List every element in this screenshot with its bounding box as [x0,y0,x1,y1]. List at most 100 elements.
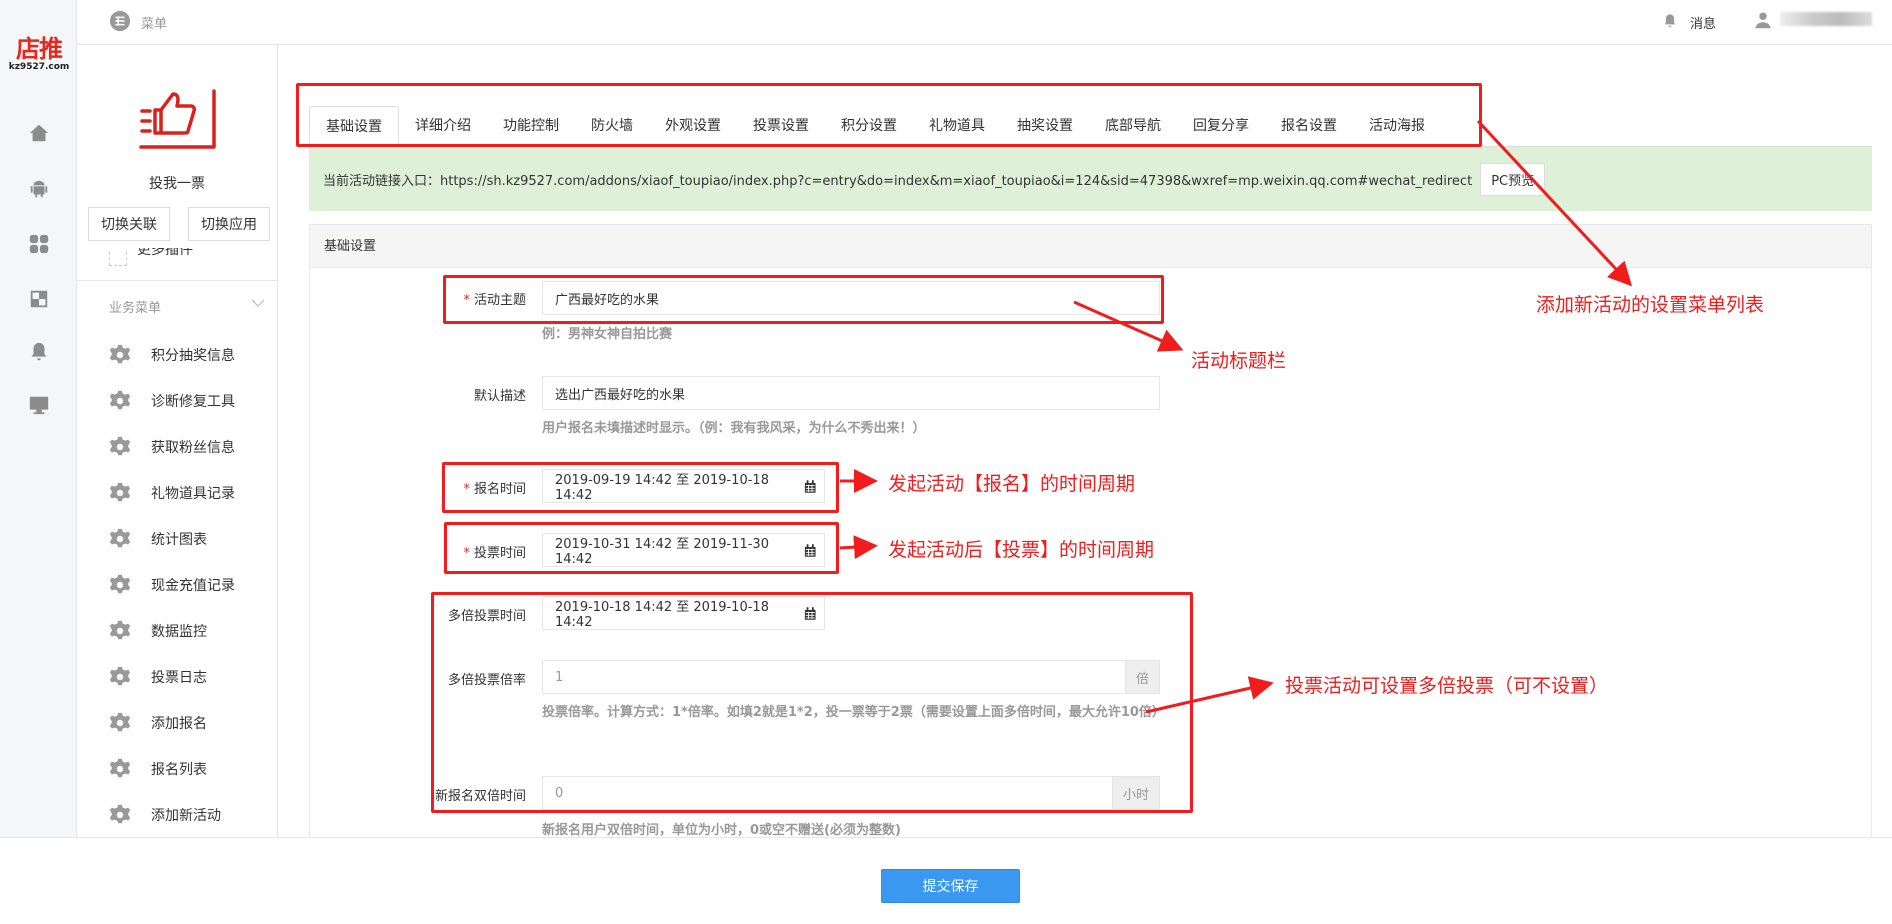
gear-icon [109,344,131,364]
sidebar-item-label: 数据监控 [151,624,207,640]
pc-preview-button[interactable]: PC预览 [1480,162,1546,196]
multi-time-picker[interactable]: 2019-10-18 14:42 至 2019-10-18 14:42 [542,596,825,630]
sidebar-item[interactable]: 添加报名 [77,700,277,746]
activity-link-bar: 当前活动链接入口：https://sh.kz9527.com/addons/xi… [309,147,1872,211]
sidebar-item-label: 积分抽奖信息 [151,348,235,364]
sidebar-item-label: 投票日志 [151,670,207,686]
sidebar-item-label: 报名列表 [151,762,207,778]
desc-hint: 用户报名未填描述时显示。（例：我有我风采，为什么不秀出来！） [542,421,926,436]
calendar-icon [804,543,816,557]
settings-tabs: 基础设置 详细介绍 功能控制 防火墙 外观设置 投票设置 积分设置 礼物道具 抽奖设置 底部导航回… [309,106,1872,147]
calendar-icon [804,479,816,493]
desc-label: 默认描述 [473,389,526,404]
sidebar-item[interactable]: 数据监控 [77,608,277,654]
apps-icon[interactable] [28,233,50,255]
sidebar-item[interactable]: 获取粉丝信息 [77,424,277,470]
gear-icon [109,804,131,824]
new-double-unit: 小时 [1111,777,1159,809]
switch-link-button[interactable]: 切换关联 [88,207,170,241]
multi-time-label: 多倍投票时间 [447,609,526,624]
bottom-bar: 提交保存 [0,837,1892,924]
icon-rail: 店推 kz9527.com [0,0,77,924]
annotation-signup: 发起活动【报名】的时间周期 [888,473,1136,495]
more-plugins-icon[interactable] [109,252,127,266]
annotation-vote: 发起活动后【投票】的时间周期 [888,539,1155,561]
subject-input[interactable]: 广西最好吃的水果 [542,281,1160,315]
sidebar-item[interactable]: 礼物道具记录 [77,470,277,516]
chevron-down-icon[interactable] [251,298,265,308]
sidebar-item-label: 统计图表 [151,532,207,548]
sidebar-item[interactable]: 投票日志 [77,654,277,700]
android-icon[interactable] [28,178,50,200]
sidebar-item-label: 诊断修复工具 [151,394,235,410]
desc-input[interactable]: 选出广西最好吃的水果 [542,376,1160,410]
submit-save-button[interactable]: 提交保存 [881,869,1020,903]
user-icon[interactable] [1754,11,1772,29]
tab-12[interactable]: 报名设置 [1265,106,1353,147]
sidebar-item-label: 获取粉丝信息 [151,440,235,456]
gear-icon [109,712,131,732]
vote-time-label: * 投票时间 [463,546,526,561]
tab-6[interactable]: 投票设置 [737,106,825,147]
sidebar-item[interactable]: 添加新活动 [77,792,277,837]
gear-icon [109,390,131,410]
gear-icon [109,482,131,502]
sidebar-item-label: 添加新活动 [151,808,221,824]
thumbs-up-icon [139,89,216,149]
multi-rate-hint: 投票倍率。计算方式：1*倍率。如填2就是1*2，投一票等于2票（需要设置上面多倍… [542,705,1165,720]
tab-13[interactable]: 活动海报 [1353,106,1441,147]
subject-label: * 活动主题 [463,293,526,308]
tab-3[interactable]: 功能控制 [487,106,575,147]
top-bar: 菜单 消息 [77,0,1892,45]
monitor-icon[interactable] [28,394,50,416]
divider [77,280,277,281]
sidebar-item[interactable]: 积分抽奖信息 [77,332,277,378]
home-icon[interactable] [28,122,50,144]
sidebar-item[interactable]: 报名列表 [77,746,277,792]
multi-rate-unit: 倍 [1124,661,1159,693]
annotation-tabs: 添加新活动的设置菜单列表 [1536,294,1765,316]
logo[interactable]: 店推 kz9527.com [8,36,70,72]
new-double-label: 新报名双倍时间 [434,789,526,804]
multi-rate-input[interactable]: 1倍 [542,660,1160,694]
signup-time-label: * 报名时间 [463,482,526,497]
tab-8[interactable]: 礼物道具 [913,106,1001,147]
tab-11[interactable]: 回复分享 [1177,106,1265,147]
multi-rate-label: 多倍投票倍率 [447,673,526,688]
signup-time-picker[interactable]: 2019-09-19 14:42 至 2019-10-18 14:42 [542,469,825,503]
tab-10[interactable]: 底部导航 [1089,106,1177,147]
tab-4[interactable]: 防火墙 [575,106,649,147]
annotation-title: 活动标题栏 [1191,350,1287,372]
tab-2[interactable]: 详细介绍 [399,106,487,147]
switch-app-button[interactable]: 切换应用 [188,207,270,241]
activity-link-text[interactable]: 当前活动链接入口：https://sh.kz9527.com/addons/xi… [323,170,1472,189]
new-double-input[interactable]: 0 小时 [542,776,1160,810]
tab-1[interactable]: 基础设置 [309,106,399,147]
more-plugins-link[interactable]: 更多插件 [137,248,193,257]
tab-7[interactable]: 积分设置 [825,106,913,147]
sidebar-item[interactable]: 统计图表 [77,516,277,562]
gear-icon [109,574,131,594]
bell-icon[interactable] [28,341,50,363]
section-title[interactable]: 业务菜单 [109,297,161,316]
app-sidebar: 投我一票 切换关联 切换应用 更多插件 业务菜单 积分抽奖信息 诊断修复工具 获取粉… [77,45,278,837]
tab-9[interactable]: 抽奖设置 [1001,106,1089,147]
bell-icon[interactable] [1662,13,1678,29]
username-blurred[interactable] [1780,12,1872,26]
tab-5[interactable]: 外观设置 [649,106,737,147]
gear-icon [109,666,131,686]
menu-icon[interactable] [109,10,131,32]
sidebar-item-label: 礼物道具记录 [151,486,235,502]
layout-icon[interactable] [28,288,50,310]
annotation-multi: 投票活动可设置多倍投票（可不设置） [1285,675,1609,697]
panel-title: 基础设置 [310,225,1871,268]
sidebar-item[interactable]: 诊断修复工具 [77,378,277,424]
calendar-icon [804,606,816,620]
vote-time-picker[interactable]: 2019-10-31 14:42 至 2019-11-30 14:42 [542,533,825,567]
sidebar-item[interactable]: 现金充值记录 [77,562,277,608]
subject-hint: 例：男神女神自拍比赛 [542,327,673,342]
messages-link[interactable]: 消息 [1690,13,1716,32]
menu-label[interactable]: 菜单 [141,13,167,32]
gear-icon [109,528,131,548]
gear-icon [109,436,131,456]
